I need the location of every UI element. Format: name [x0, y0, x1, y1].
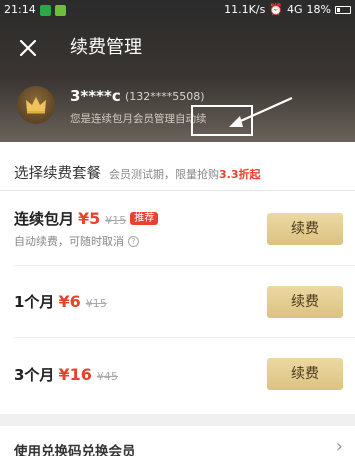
plan-price: ¥16 [58, 365, 92, 384]
plan-name: 1个月 [14, 293, 55, 311]
redeem-code-row[interactable]: 使用兑换码兑换会员 › [0, 426, 355, 456]
network-speed: 11.1K/s [224, 3, 266, 16]
nav-bar: 续费管理 [0, 24, 355, 72]
promo-discount: 3.3折起 [219, 168, 261, 181]
plan-note: 自动续费，可随时取消 ? [14, 233, 139, 249]
plan-one-month: 1个月 ¥6 ¥15 续费 [0, 266, 355, 336]
renew-button-three-months[interactable]: 续费 [267, 358, 343, 390]
avatar [17, 86, 55, 124]
plan-original-price: ¥15 [85, 297, 107, 310]
user-name: 3****c [70, 87, 121, 105]
highlight-box [191, 105, 253, 136]
page-title: 续费管理 [70, 37, 142, 58]
user-phone: (132****5508) [125, 90, 205, 103]
wechat-notification-icon [54, 4, 66, 16]
plan-note-text: 自动续费，可随时取消 [14, 235, 124, 248]
battery-icon [335, 6, 351, 14]
plan-original-price: ¥45 [96, 370, 118, 383]
redeem-label: 使用兑换码兑换会员 [14, 444, 136, 456]
plan-price: ¥5 [78, 209, 101, 228]
plan-card: 选择续费套餐 会员测试期，限量抢购3.3折起 连续包月 ¥5 ¥15 推荐 自动… [0, 142, 355, 414]
signal-label: 4G [287, 3, 303, 16]
section-title: 选择续费套餐 [14, 166, 101, 182]
status-bar: 21:14 11.1K/s ⏰ 4G 18% [0, 0, 355, 20]
plan-price: ¥6 [58, 292, 81, 311]
user-info: 3****c (132****5508) 您是连续包月会员管理自动续 [0, 84, 355, 130]
plan-name: 3个月 [14, 366, 55, 384]
renew-button-monthly-auto[interactable]: 续费 [267, 213, 343, 245]
close-button[interactable] [14, 34, 42, 62]
header: 21:14 11.1K/s ⏰ 4G 18% 续费管理 3****c (132*… [0, 0, 355, 142]
alarm-icon: ⏰ [269, 3, 284, 16]
close-icon [19, 39, 37, 57]
app-notification-icon [39, 4, 51, 16]
status-time: 21:14 [4, 3, 36, 16]
battery-percent: 18% [306, 3, 331, 16]
chevron-right-icon: › [335, 436, 343, 456]
plan-name: 连续包月 [14, 210, 75, 228]
crown-icon [26, 97, 46, 114]
plan-three-months: 3个月 ¥16 ¥45 续费 [0, 338, 355, 408]
section-subtitle: 会员测试期，限量抢购3.3折起 [109, 166, 261, 182]
membership-status: 您是连续包月会员管理自动续 [70, 111, 207, 126]
subtitle-text: 会员测试期，限量抢购 [109, 168, 219, 181]
recommended-badge: 推荐 [130, 212, 159, 225]
membership-description: 您是连续包月会员 [70, 113, 154, 125]
help-icon[interactable]: ? [128, 235, 139, 247]
plan-original-price: ¥15 [105, 214, 127, 227]
section-header: 选择续费套餐 会员测试期，限量抢购3.3折起 [14, 162, 261, 182]
renew-button-one-month[interactable]: 续费 [267, 286, 343, 318]
plan-monthly-auto: 连续包月 ¥5 ¥15 推荐 自动续费，可随时取消 ? 续费 [0, 191, 355, 263]
